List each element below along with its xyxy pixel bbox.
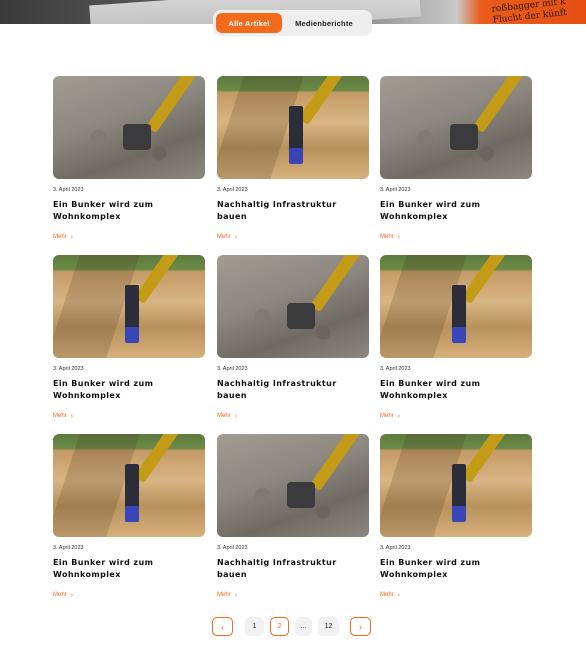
article-date: 3. April 2023: [380, 187, 411, 193]
pagination-next-button[interactable]: ›: [350, 617, 371, 636]
more-link-label: Mehr: [217, 413, 231, 419]
article-thumbnail[interactable]: [217, 76, 369, 179]
article-thumbnail[interactable]: [217, 434, 369, 537]
article-card[interactable]: 3. April 2023 Ein Bunker wird zum Wohnko…: [53, 434, 205, 600]
article-title[interactable]: Nachhaltig Infrastruktur bauen: [217, 199, 369, 223]
article-date: 3. April 2023: [217, 545, 248, 551]
hero-image-text: roßbagger mit k Flucht der künft: [491, 0, 583, 24]
chevron-right-icon: ›: [70, 412, 74, 420]
chevron-right-icon: ›: [397, 591, 401, 599]
more-link[interactable]: Mehr ›: [217, 234, 237, 241]
page-button-current[interactable]: 2: [270, 617, 289, 636]
article-title[interactable]: Ein Bunker wird zum Wohnkomplex: [53, 557, 205, 581]
chevron-right-icon: ›: [70, 233, 74, 241]
more-link[interactable]: Mehr ›: [217, 413, 237, 420]
more-link[interactable]: Mehr ›: [53, 413, 73, 420]
article-date: 3. April 2023: [53, 366, 84, 372]
article-card[interactable]: 3. April 2023 Nachhaltig Infrastruktur b…: [217, 76, 369, 242]
article-title[interactable]: Ein Bunker wird zum Wohnkomplex: [380, 557, 532, 581]
article-card[interactable]: 3. April 2023 Ein Bunker wird zum Wohnko…: [380, 255, 532, 421]
article-card[interactable]: 3. April 2023 Nachhaltig Infrastruktur b…: [217, 434, 369, 600]
more-link[interactable]: Mehr ›: [380, 234, 400, 241]
article-title[interactable]: Ein Bunker wird zum Wohnkomplex: [53, 378, 205, 402]
article-title[interactable]: Ein Bunker wird zum Wohnkomplex: [53, 199, 205, 223]
tab-media-reports[interactable]: Medienberichte: [282, 13, 366, 33]
more-link-label: Mehr: [380, 413, 394, 419]
article-card[interactable]: 3. April 2023 Ein Bunker wird zum Wohnko…: [53, 76, 205, 242]
chevron-left-icon: ‹: [221, 621, 224, 632]
chevron-right-icon: ›: [234, 591, 238, 599]
article-title[interactable]: Nachhaltig Infrastruktur bauen: [217, 557, 369, 581]
pagination-prev-button[interactable]: ‹: [212, 617, 233, 636]
more-link[interactable]: Mehr ›: [380, 413, 400, 420]
page-button[interactable]: 1: [245, 617, 264, 636]
more-link-label: Mehr: [217, 592, 231, 598]
article-thumbnail[interactable]: [380, 255, 532, 358]
article-thumbnail[interactable]: [53, 255, 205, 358]
article-thumbnail[interactable]: [217, 255, 369, 358]
article-date: 3. April 2023: [380, 545, 411, 551]
article-thumbnail[interactable]: [380, 76, 532, 179]
more-link[interactable]: Mehr ›: [53, 234, 73, 241]
article-date: 3. April 2023: [217, 187, 248, 193]
more-link-label: Mehr: [53, 592, 67, 598]
article-title[interactable]: Nachhaltig Infrastruktur bauen: [217, 378, 369, 402]
article-card[interactable]: 3. April 2023 Nachhaltig Infrastruktur b…: [217, 255, 369, 421]
article-title[interactable]: Ein Bunker wird zum Wohnkomplex: [380, 199, 532, 223]
more-link[interactable]: Mehr ›: [217, 592, 237, 599]
pagination: ‹ 1 2 ... 12 ›: [212, 617, 371, 636]
article-card[interactable]: 3. April 2023 Ein Bunker wird zum Wohnko…: [53, 255, 205, 421]
more-link-label: Mehr: [380, 234, 394, 240]
chevron-right-icon: ›: [234, 233, 238, 241]
more-link-label: Mehr: [53, 234, 67, 240]
article-thumbnail[interactable]: [380, 434, 532, 537]
article-title[interactable]: Ein Bunker wird zum Wohnkomplex: [380, 378, 532, 402]
chevron-right-icon: ›: [234, 412, 238, 420]
page-ellipsis: ...: [295, 617, 312, 636]
article-card[interactable]: 3. April 2023 Ein Bunker wird zum Wohnko…: [380, 76, 532, 242]
chevron-right-icon: ›: [397, 412, 401, 420]
chevron-right-icon: ›: [359, 621, 362, 632]
category-filter: Alle Artikel Medienberichte: [213, 10, 372, 36]
article-thumbnail[interactable]: [53, 76, 205, 179]
more-link-label: Mehr: [380, 592, 394, 598]
article-date: 3. April 2023: [380, 366, 411, 372]
more-link-label: Mehr: [217, 234, 231, 240]
more-link[interactable]: Mehr ›: [380, 592, 400, 599]
article-date: 3. April 2023: [53, 545, 84, 551]
article-date: 3. April 2023: [53, 187, 84, 193]
article-date: 3. April 2023: [217, 366, 248, 372]
chevron-right-icon: ›: [70, 591, 74, 599]
article-card[interactable]: 3. April 2023 Ein Bunker wird zum Wohnko…: [380, 434, 532, 600]
chevron-right-icon: ›: [397, 233, 401, 241]
more-link[interactable]: Mehr ›: [53, 592, 73, 599]
article-thumbnail[interactable]: [53, 434, 205, 537]
more-link-label: Mehr: [53, 413, 67, 419]
page-button[interactable]: 12: [318, 617, 339, 636]
tab-all-articles[interactable]: Alle Artikel: [216, 13, 282, 33]
